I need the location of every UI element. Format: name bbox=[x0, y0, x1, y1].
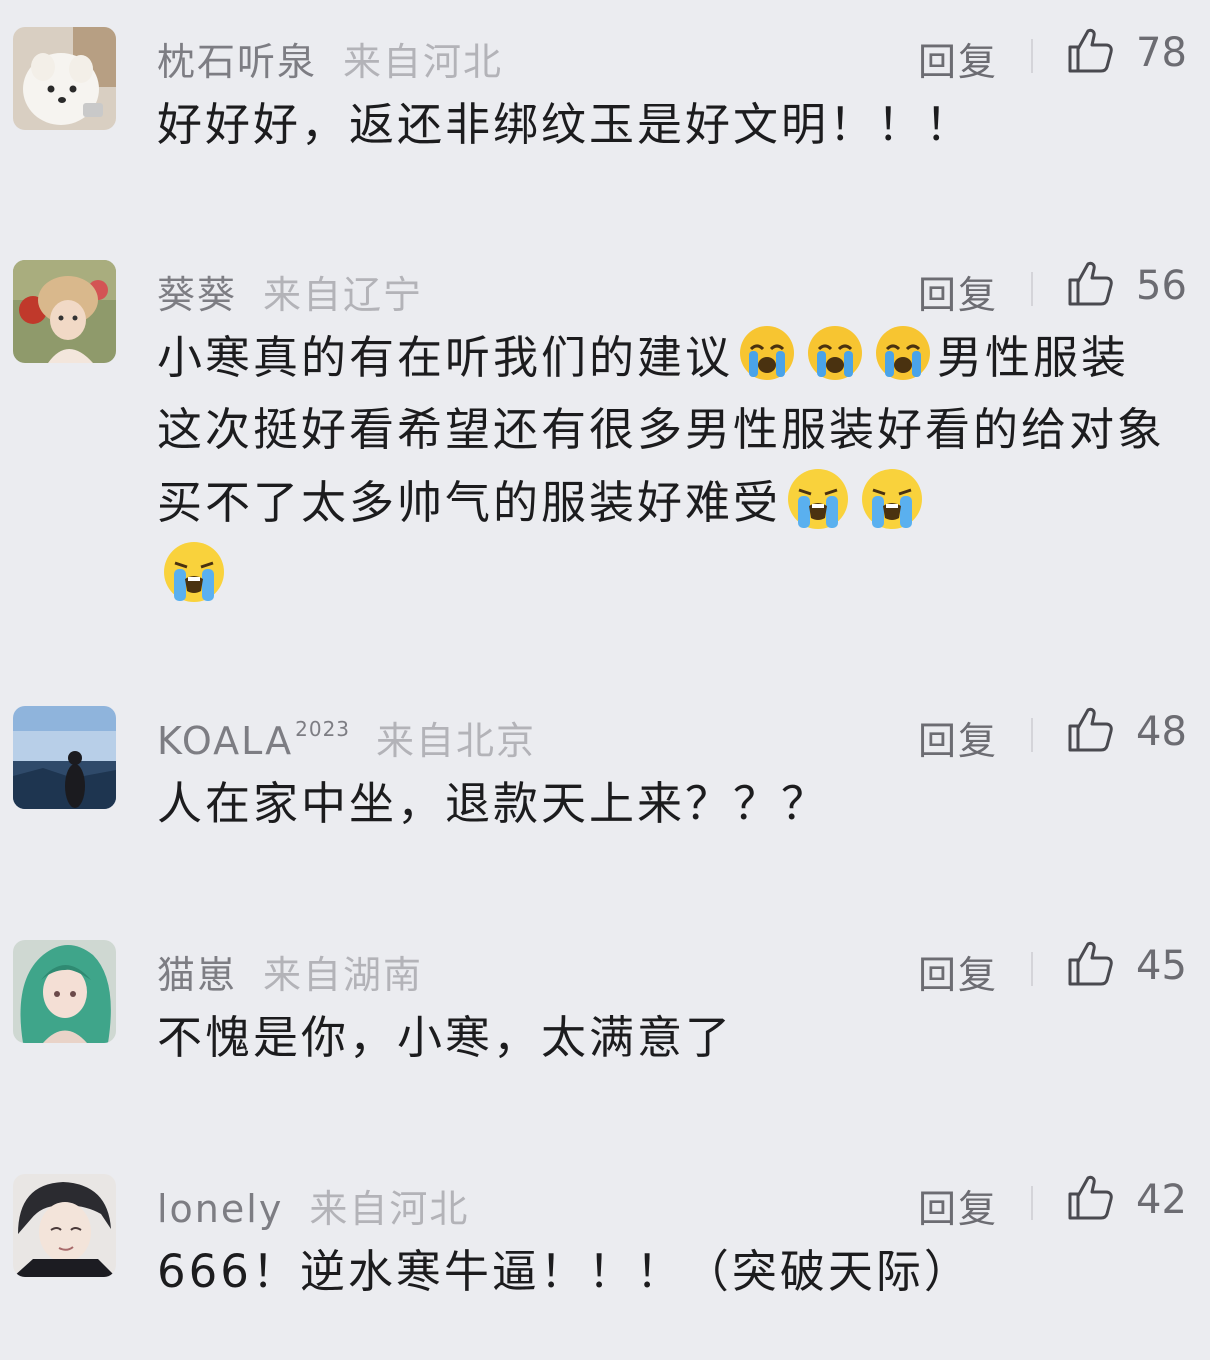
like-button[interactable]: 78 bbox=[1064, 27, 1187, 79]
avatar[interactable] bbox=[13, 1174, 116, 1277]
username[interactable]: 猫崽 bbox=[157, 944, 237, 999]
divider bbox=[1031, 39, 1033, 73]
location-label: 来自北京 bbox=[376, 719, 537, 763]
location-label: 来自河北 bbox=[309, 1187, 470, 1231]
comment-text: 666！逆水寒牛逼！！！（突破天际） bbox=[157, 1245, 972, 1298]
avatar[interactable] bbox=[13, 27, 116, 130]
like-button[interactable]: 56 bbox=[1064, 260, 1187, 312]
reply-button[interactable]: 回复 bbox=[918, 1178, 998, 1233]
loudly-crying-face-icon bbox=[161, 539, 227, 605]
comment-text: 好好好，返还非绑纹玉是好文明！！！ bbox=[157, 98, 974, 151]
crying-face-icon bbox=[805, 323, 865, 383]
loudly-crying-face-icon bbox=[859, 466, 925, 532]
like-count: 56 bbox=[1136, 263, 1187, 309]
thumbs-up-icon bbox=[1064, 258, 1116, 314]
comment-text: 人在家中坐，退款天上来？？？ bbox=[157, 777, 830, 830]
divider bbox=[1031, 1186, 1033, 1220]
comment-meta: lonely 来自河北 bbox=[157, 1178, 469, 1231]
avatar[interactable] bbox=[13, 940, 116, 1043]
comment-text-part: 小寒真的有在听我们的建议 bbox=[157, 331, 734, 384]
divider bbox=[1031, 272, 1033, 306]
comment-text: 小寒真的有在听我们的建议 男性服装这次挺好看希望还有很多男性服装好看的给对象买不了… bbox=[157, 322, 1167, 612]
like-button[interactable]: 42 bbox=[1064, 1174, 1187, 1226]
reply-button[interactable]: 回复 bbox=[918, 264, 998, 319]
reply-button[interactable]: 回复 bbox=[918, 31, 998, 86]
like-count: 42 bbox=[1136, 1177, 1187, 1223]
like-count: 78 bbox=[1136, 30, 1187, 76]
username-superscript: 2023 bbox=[295, 717, 351, 742]
thumbs-up-icon bbox=[1064, 704, 1116, 760]
crying-face-icon bbox=[873, 323, 933, 383]
comment-meta: 葵葵 来自辽宁 bbox=[157, 264, 423, 317]
reply-button[interactable]: 回复 bbox=[918, 944, 998, 999]
like-count: 48 bbox=[1136, 709, 1187, 755]
username[interactable]: lonely bbox=[157, 1187, 283, 1231]
like-button[interactable]: 45 bbox=[1064, 940, 1187, 992]
thumbs-up-icon bbox=[1064, 938, 1116, 994]
comment-text: 不愧是你，小寒，太满意了 bbox=[157, 1011, 734, 1064]
comment-meta: 猫崽 来自湖南 bbox=[157, 944, 423, 997]
like-count: 45 bbox=[1136, 943, 1187, 989]
crying-face-icon bbox=[737, 323, 797, 383]
avatar[interactable] bbox=[13, 706, 116, 809]
loudly-crying-face-icon bbox=[785, 466, 851, 532]
divider bbox=[1031, 718, 1033, 752]
thumbs-up-icon bbox=[1064, 25, 1116, 81]
location-label: 来自河北 bbox=[343, 40, 504, 84]
comment-meta: KOALA 2023 来自北京 bbox=[157, 710, 536, 763]
username-text: KOALA bbox=[157, 719, 294, 763]
thumbs-up-icon bbox=[1064, 1172, 1116, 1228]
username[interactable]: 葵葵 bbox=[157, 264, 237, 319]
reply-button[interactable]: 回复 bbox=[918, 710, 998, 765]
like-button[interactable]: 48 bbox=[1064, 706, 1187, 758]
comment-meta: 枕石听泉 来自河北 bbox=[157, 31, 503, 84]
avatar[interactable] bbox=[13, 260, 116, 363]
location-label: 来自湖南 bbox=[263, 953, 424, 997]
divider bbox=[1031, 952, 1033, 986]
username[interactable]: KOALA 2023 bbox=[157, 717, 351, 763]
username[interactable]: 枕石听泉 bbox=[157, 31, 317, 86]
location-label: 来自辽宁 bbox=[263, 273, 424, 317]
